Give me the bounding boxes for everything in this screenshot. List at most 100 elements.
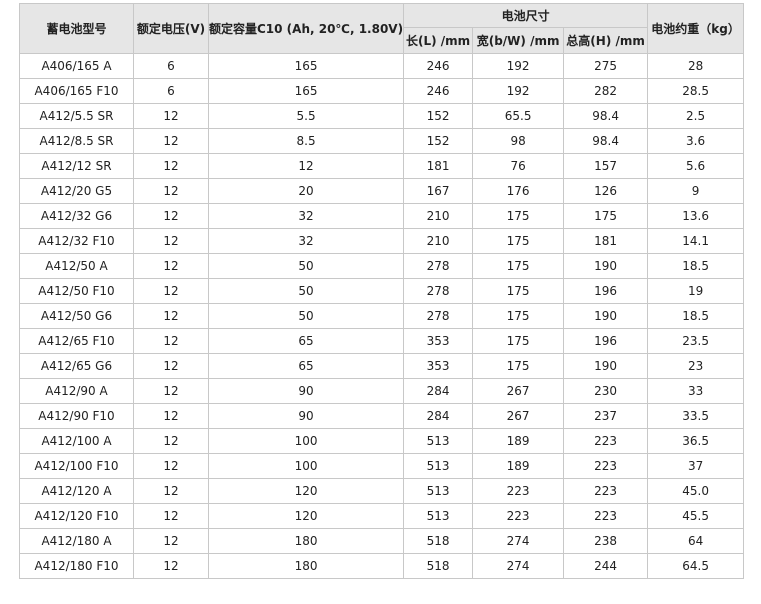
length-cell: 210 [403, 203, 474, 229]
voltage-cell: 12 [133, 128, 209, 154]
width-cell: 175 [472, 303, 565, 329]
weight-cell: 2.5 [647, 103, 745, 129]
weight-cell: 18.5 [647, 253, 745, 279]
capacity-cell: 20 [207, 178, 405, 204]
weight-cell: 23 [647, 353, 745, 379]
table-row: A412/50 A 12 50 278 175 190 18.5 [19, 253, 745, 279]
battery-spec-table-container: 蓄电池型号 额定电压(V) 额定容量C10 (Ah, 20℃, 1.80V) 电… [19, 3, 745, 579]
voltage-cell: 12 [133, 253, 209, 279]
capacity-cell: 90 [207, 403, 405, 429]
weight-cell: 5.6 [647, 153, 745, 179]
header-width: 宽(b/W) /mm [472, 27, 565, 54]
table-row: A412/65 G6 12 65 353 175 190 23 [19, 353, 745, 379]
width-cell: 192 [472, 53, 565, 79]
length-cell: 518 [403, 528, 474, 554]
width-cell: 175 [472, 353, 565, 379]
model-cell: A412/65 F10 [19, 328, 134, 354]
capacity-cell: 100 [207, 453, 405, 479]
voltage-cell: 12 [133, 478, 209, 504]
weight-cell: 37 [647, 453, 745, 479]
table-row: A412/100 A 12 100 513 189 223 36.5 [19, 428, 745, 454]
height-cell: 181 [563, 228, 649, 254]
length-cell: 513 [403, 503, 474, 529]
width-cell: 175 [472, 278, 565, 304]
model-cell: A412/32 G6 [19, 203, 134, 229]
width-cell: 175 [472, 253, 565, 279]
voltage-cell: 6 [133, 78, 209, 104]
table-row: A412/180 A 12 180 518 274 238 64 [19, 528, 745, 554]
table-row: A412/90 A 12 90 284 267 230 33 [19, 378, 745, 404]
height-cell: 196 [563, 278, 649, 304]
length-cell: 284 [403, 378, 474, 404]
weight-cell: 14.1 [647, 228, 745, 254]
voltage-cell: 12 [133, 303, 209, 329]
weight-cell: 18.5 [647, 303, 745, 329]
height-cell: 196 [563, 328, 649, 354]
width-cell: 98 [472, 128, 565, 154]
capacity-cell: 65 [207, 353, 405, 379]
width-cell: 274 [472, 553, 565, 579]
width-cell: 223 [472, 503, 565, 529]
height-cell: 98.4 [563, 103, 649, 129]
length-cell: 246 [403, 53, 474, 79]
header-weight: 电池约重（kg） [647, 3, 745, 54]
length-cell: 181 [403, 153, 474, 179]
weight-cell: 23.5 [647, 328, 745, 354]
table-row: A412/5.5 SR 12 5.5 152 65.5 98.4 2.5 [19, 103, 745, 129]
capacity-cell: 50 [207, 303, 405, 329]
weight-cell: 9 [647, 178, 745, 204]
table-row: A412/12 SR 12 12 181 76 157 5.6 [19, 153, 745, 179]
height-cell: 230 [563, 378, 649, 404]
voltage-cell: 12 [133, 203, 209, 229]
header-model: 蓄电池型号 [19, 3, 134, 54]
model-cell: A406/165 A [19, 53, 134, 79]
model-cell: A412/65 G6 [19, 353, 134, 379]
height-cell: 190 [563, 303, 649, 329]
header-voltage: 额定电压(V) [133, 3, 209, 54]
weight-cell: 33.5 [647, 403, 745, 429]
width-cell: 223 [472, 478, 565, 504]
voltage-cell: 12 [133, 378, 209, 404]
voltage-cell: 12 [133, 178, 209, 204]
weight-cell: 28.5 [647, 78, 745, 104]
model-cell: A412/50 A [19, 253, 134, 279]
weight-cell: 28 [647, 53, 745, 79]
table-row: A412/50 F10 12 50 278 175 196 19 [19, 278, 745, 304]
voltage-cell: 12 [133, 528, 209, 554]
table-row: A412/120 A 12 120 513 223 223 45.0 [19, 478, 745, 504]
table-row: A412/8.5 SR 12 8.5 152 98 98.4 3.6 [19, 128, 745, 154]
voltage-cell: 6 [133, 53, 209, 79]
weight-cell: 64.5 [647, 553, 745, 579]
width-cell: 189 [472, 453, 565, 479]
length-cell: 246 [403, 78, 474, 104]
capacity-cell: 5.5 [207, 103, 405, 129]
header-height: 总高(H) /mm [563, 27, 649, 54]
voltage-cell: 12 [133, 228, 209, 254]
battery-spec-table: 蓄电池型号 额定电压(V) 额定容量C10 (Ah, 20℃, 1.80V) 电… [19, 3, 745, 579]
model-cell: A412/5.5 SR [19, 103, 134, 129]
length-cell: 210 [403, 228, 474, 254]
length-cell: 278 [403, 278, 474, 304]
height-cell: 223 [563, 478, 649, 504]
weight-cell: 45.0 [647, 478, 745, 504]
voltage-cell: 12 [133, 553, 209, 579]
model-cell: A412/100 A [19, 428, 134, 454]
height-cell: 223 [563, 428, 649, 454]
voltage-cell: 12 [133, 503, 209, 529]
height-cell: 282 [563, 78, 649, 104]
model-cell: A412/180 A [19, 528, 134, 554]
height-cell: 275 [563, 53, 649, 79]
width-cell: 267 [472, 378, 565, 404]
weight-cell: 13.6 [647, 203, 745, 229]
height-cell: 244 [563, 553, 649, 579]
height-cell: 126 [563, 178, 649, 204]
capacity-cell: 165 [207, 53, 405, 79]
width-cell: 76 [472, 153, 565, 179]
capacity-cell: 120 [207, 503, 405, 529]
height-cell: 237 [563, 403, 649, 429]
weight-cell: 45.5 [647, 503, 745, 529]
model-cell: A412/20 G5 [19, 178, 134, 204]
table-row: A412/65 F10 12 65 353 175 196 23.5 [19, 328, 745, 354]
length-cell: 518 [403, 553, 474, 579]
capacity-cell: 65 [207, 328, 405, 354]
